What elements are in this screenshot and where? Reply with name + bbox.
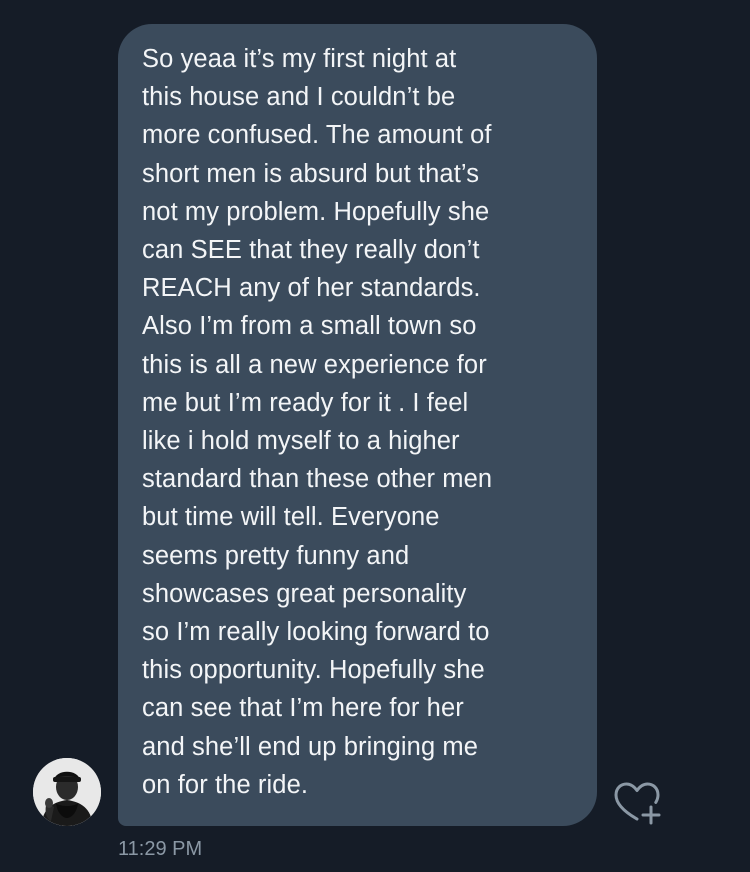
sender-avatar[interactable] <box>33 758 101 826</box>
dm-conversation-screen: So yeaa it’s my first night at this hous… <box>0 0 750 872</box>
avatar-photo-icon <box>33 758 101 826</box>
message-timestamp: 11:29 PM <box>118 838 203 860</box>
like-reaction-button[interactable] <box>611 780 661 826</box>
heart-plus-icon <box>614 782 661 825</box>
message-text: So yeaa it’s my first night at this hous… <box>142 45 493 799</box>
message-bubble[interactable]: So yeaa it’s my first night at this hous… <box>118 24 597 826</box>
